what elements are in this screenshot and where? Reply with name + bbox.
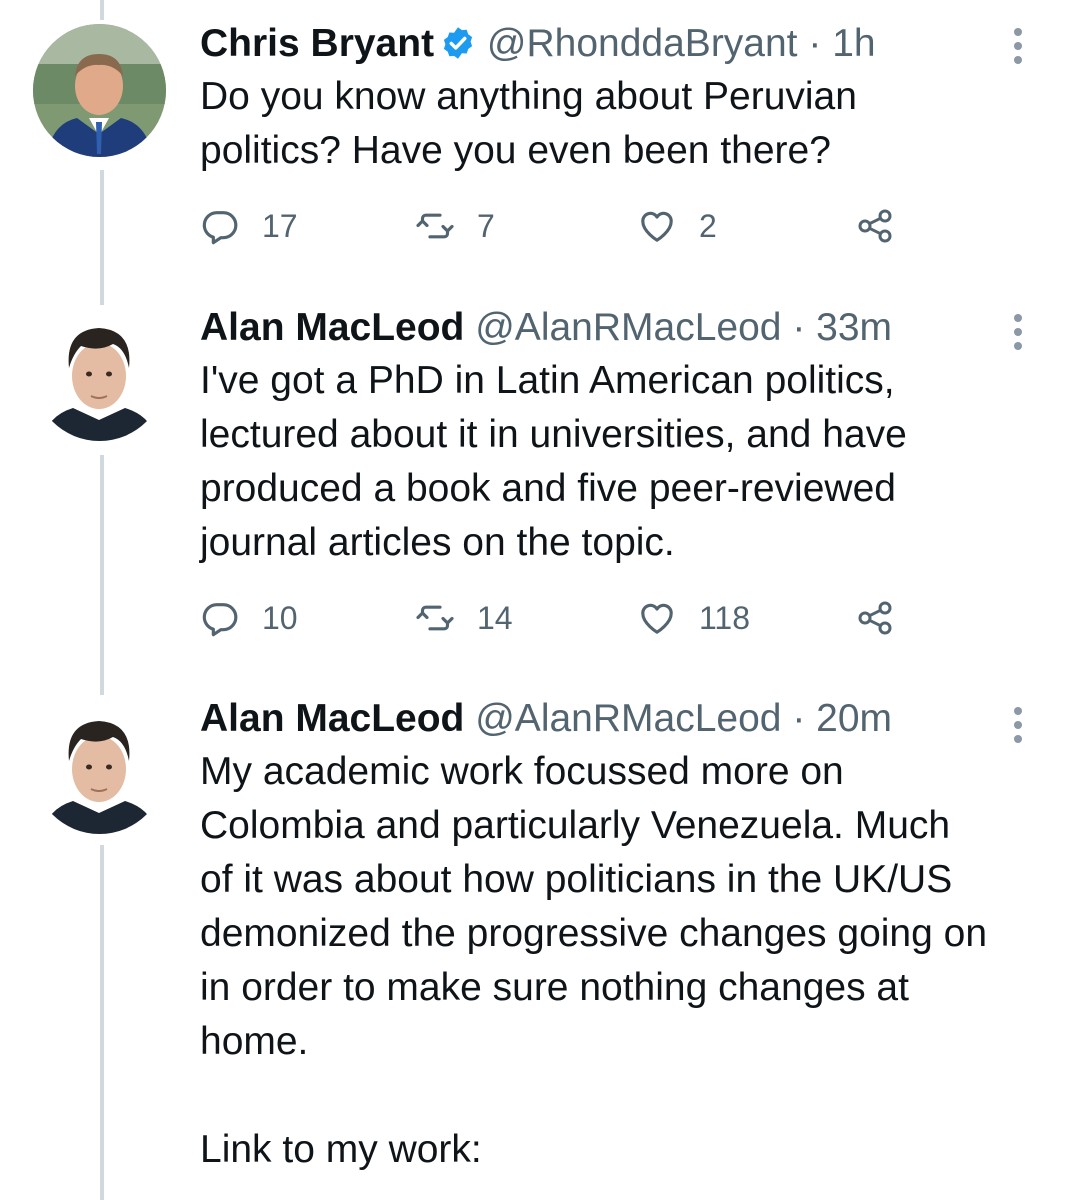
tweet-text: Do you know anything about Peruvian poli…	[200, 75, 857, 172]
more-icon[interactable]	[1003, 701, 1033, 749]
like-count: 118	[699, 599, 751, 636]
reply-icon	[202, 603, 238, 637]
tweet-header: Alan MacLeod @AlanRMacLeod · 33m	[200, 304, 892, 352]
retweet-icon	[416, 605, 454, 631]
reply-count: 17	[262, 207, 298, 244]
tweet[interactable]: Chris Bryant @RhonddaBryant · 1h Do you …	[0, 16, 1073, 256]
author-handle[interactable]: @AlanRMacLeod	[475, 697, 781, 740]
author-handle[interactable]: @RhonddaBryant	[487, 22, 798, 65]
more-icon[interactable]	[1003, 22, 1033, 70]
like-icon	[641, 211, 673, 242]
retweet-button[interactable]: 14	[415, 596, 513, 640]
like-button[interactable]: 2	[637, 204, 717, 248]
more-icon[interactable]	[1003, 308, 1033, 356]
tweet[interactable]: Alan MacLeod @AlanRMacLeod · 20m My acad…	[0, 695, 1073, 1200]
reply-button[interactable]: 17	[200, 204, 298, 248]
timestamp[interactable]: 1h	[832, 22, 875, 65]
tweet-header: Chris Bryant @RhonddaBryant · 1h	[200, 20, 876, 68]
author-handle[interactable]: @AlanRMacLeod	[475, 306, 781, 349]
separator: ·	[792, 697, 806, 740]
reply-icon	[202, 211, 238, 245]
retweet-count: 7	[477, 207, 495, 244]
avatar-image	[33, 701, 166, 834]
separator: ·	[808, 22, 822, 65]
like-count: 2	[699, 207, 717, 244]
author-name[interactable]: Chris Bryant	[200, 22, 434, 65]
timestamp[interactable]: 33m	[816, 306, 892, 349]
tweet[interactable]: Alan MacLeod @AlanRMacLeod · 33m I've go…	[0, 302, 1073, 652]
retweet-count: 14	[477, 599, 513, 636]
tweet-text: I've got a PhD in Latin American politic…	[200, 359, 907, 564]
like-icon	[641, 603, 673, 634]
retweet-button[interactable]: 7	[415, 204, 495, 248]
tweet-text: My academic work focussed more on Colomb…	[200, 750, 988, 1171]
avatar[interactable]	[33, 308, 166, 441]
tweet-actions: 17 7 2	[200, 204, 920, 248]
tweet-header: Alan MacLeod @AlanRMacLeod · 20m	[200, 695, 892, 743]
reply-button[interactable]: 10	[200, 596, 298, 640]
avatar-image	[33, 308, 166, 441]
author-name[interactable]: Alan MacLeod	[200, 697, 464, 740]
share-icon	[858, 209, 892, 243]
avatar[interactable]	[33, 701, 166, 834]
avatar-image	[33, 24, 166, 157]
share-button[interactable]	[855, 204, 895, 248]
verified-badge-icon	[443, 27, 473, 59]
tweet-actions: 10 14 118	[200, 596, 920, 640]
reply-count: 10	[262, 599, 298, 636]
separator: ·	[792, 306, 806, 349]
timestamp[interactable]: 20m	[816, 697, 892, 740]
share-icon	[858, 601, 892, 635]
like-button[interactable]: 118	[637, 596, 750, 640]
share-button[interactable]	[855, 596, 895, 640]
author-name[interactable]: Alan MacLeod	[200, 306, 464, 349]
retweet-icon	[416, 213, 454, 239]
avatar[interactable]	[33, 24, 166, 157]
